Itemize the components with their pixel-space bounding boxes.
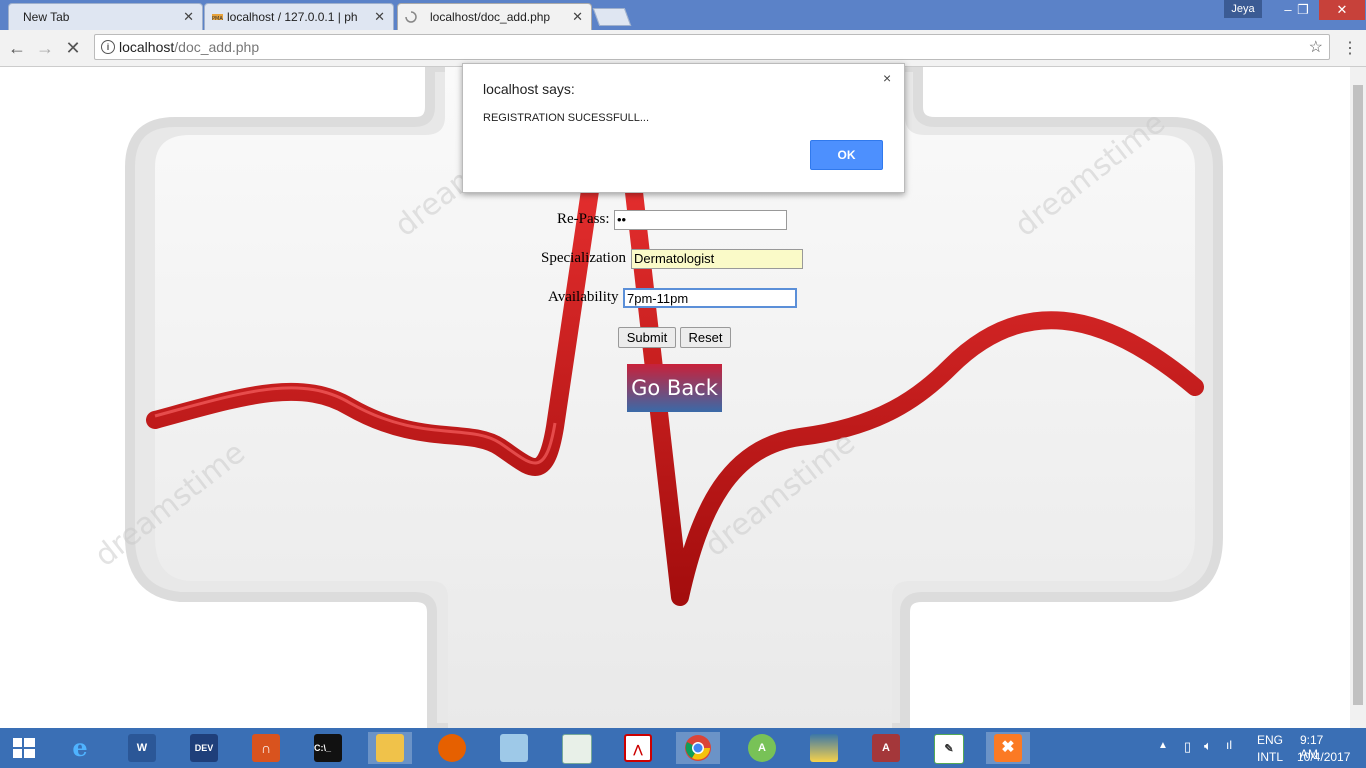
windows-taskbar: e W DEV ∩ C:\_ ⋀ A A ✎ ✖ ▲ ▯ 🔈︎ ıl ENG I… bbox=[0, 728, 1366, 768]
language-top[interactable]: ENG bbox=[1257, 733, 1283, 747]
forward-arrow-icon[interactable]: → bbox=[33, 36, 57, 60]
phpmyadmin-icon: PMA bbox=[212, 11, 223, 22]
access-icon[interactable]: A bbox=[864, 732, 908, 764]
new-tab-button[interactable] bbox=[592, 8, 632, 26]
network-icon[interactable]: ıl bbox=[1226, 738, 1232, 752]
back-arrow-icon[interactable]: ← bbox=[5, 36, 29, 60]
svg-text:PMA: PMA bbox=[212, 16, 223, 22]
dialog-title: localhost says: bbox=[483, 81, 575, 97]
browser-title-bar: New Tab ✕ PMA localhost / 127.0.0.1 | ph… bbox=[0, 0, 1366, 30]
repass-input[interactable]: •• bbox=[614, 210, 787, 230]
chrome-icon[interactable] bbox=[676, 732, 720, 764]
ie-icon[interactable]: e bbox=[58, 732, 102, 764]
language-bottom[interactable]: INTL bbox=[1257, 750, 1283, 764]
tab-new-tab[interactable]: New Tab ✕ bbox=[8, 3, 203, 30]
page-scrollbar[interactable] bbox=[1350, 67, 1366, 728]
cmd-icon[interactable]: C:\_ bbox=[306, 732, 350, 764]
specialization-label: Specialization bbox=[541, 250, 626, 266]
alert-dialog: localhost says: × REGISTRATION SUCESSFUL… bbox=[462, 63, 905, 193]
bookmark-star-icon[interactable]: ☆ bbox=[1309, 37, 1323, 57]
window-close-icon[interactable]: ✕ bbox=[1319, 0, 1365, 20]
clock-date[interactable]: 10/4/2017 bbox=[1297, 750, 1350, 764]
devcpp-icon[interactable]: DEV bbox=[182, 732, 226, 764]
acrobat-icon[interactable]: ⋀ bbox=[616, 732, 660, 764]
info-icon[interactable]: i bbox=[101, 40, 115, 54]
python-icon[interactable] bbox=[802, 732, 846, 764]
editor-icon[interactable]: ✎ bbox=[926, 732, 970, 764]
xampp-icon[interactable]: ✖ bbox=[986, 732, 1030, 764]
stop-loading-icon[interactable]: ✕ bbox=[61, 36, 85, 60]
android-studio-icon[interactable]: A bbox=[740, 732, 784, 764]
tab-label: New Tab bbox=[23, 10, 70, 24]
tab-label: localhost/doc_add.php bbox=[430, 10, 551, 24]
start-icon[interactable] bbox=[2, 732, 46, 764]
specialization-input[interactable]: Dermatologist bbox=[631, 249, 803, 269]
availability-label: Availability bbox=[548, 289, 619, 305]
chevron-up-icon[interactable]: ▲ bbox=[1158, 740, 1168, 751]
availability-input[interactable]: 7pm-11pm bbox=[623, 288, 797, 308]
ok-button[interactable]: OK bbox=[810, 140, 883, 170]
loading-icon bbox=[405, 11, 417, 23]
browser-toolbar: ← → ✕ i localhost/doc_add.php ☆ ⋮ bbox=[0, 30, 1366, 67]
go-back-button[interactable]: Go Back bbox=[627, 364, 722, 412]
explorer-icon[interactable] bbox=[368, 732, 412, 764]
url-host: localhost bbox=[119, 39, 175, 55]
tab-phpmyadmin[interactable]: PMA localhost / 127.0.0.1 | php ✕ bbox=[204, 3, 394, 30]
dialog-close-icon[interactable]: × bbox=[883, 70, 891, 86]
close-icon[interactable]: ✕ bbox=[572, 9, 583, 25]
notepad-icon[interactable] bbox=[492, 732, 536, 764]
battery-icon[interactable]: ▯ bbox=[1184, 739, 1191, 755]
headphones-icon[interactable]: ∩ bbox=[244, 732, 288, 764]
dialog-message: REGISTRATION SUCESSFULL... bbox=[483, 112, 650, 124]
address-bar[interactable]: i localhost/doc_add.php ☆ bbox=[94, 34, 1330, 60]
firefox-icon[interactable] bbox=[430, 732, 474, 764]
user-profile-badge[interactable]: Jeya bbox=[1224, 0, 1262, 18]
url-path: /doc_add.php bbox=[174, 39, 260, 55]
tab-doc-add[interactable]: localhost/doc_add.php ✕ bbox=[397, 3, 592, 30]
notepad2-icon[interactable] bbox=[554, 732, 598, 764]
close-icon[interactable]: ✕ bbox=[374, 9, 385, 25]
tab-label: localhost / 127.0.0.1 | php bbox=[227, 10, 357, 24]
volume-icon[interactable]: 🔈︎ bbox=[1204, 738, 1212, 754]
scrollbar-thumb[interactable] bbox=[1353, 85, 1363, 705]
url-text: localhost/doc_add.php bbox=[119, 39, 259, 55]
reset-button[interactable]: Reset bbox=[680, 327, 731, 348]
word-icon[interactable]: W bbox=[120, 732, 164, 764]
menu-icon[interactable]: ⋮ bbox=[1342, 38, 1358, 58]
submit-button[interactable]: Submit bbox=[618, 327, 676, 348]
close-icon[interactable]: ✕ bbox=[183, 9, 194, 25]
repass-label: Re-Pass: bbox=[557, 211, 610, 227]
restore-icon[interactable]: ❐ bbox=[1290, 0, 1316, 20]
